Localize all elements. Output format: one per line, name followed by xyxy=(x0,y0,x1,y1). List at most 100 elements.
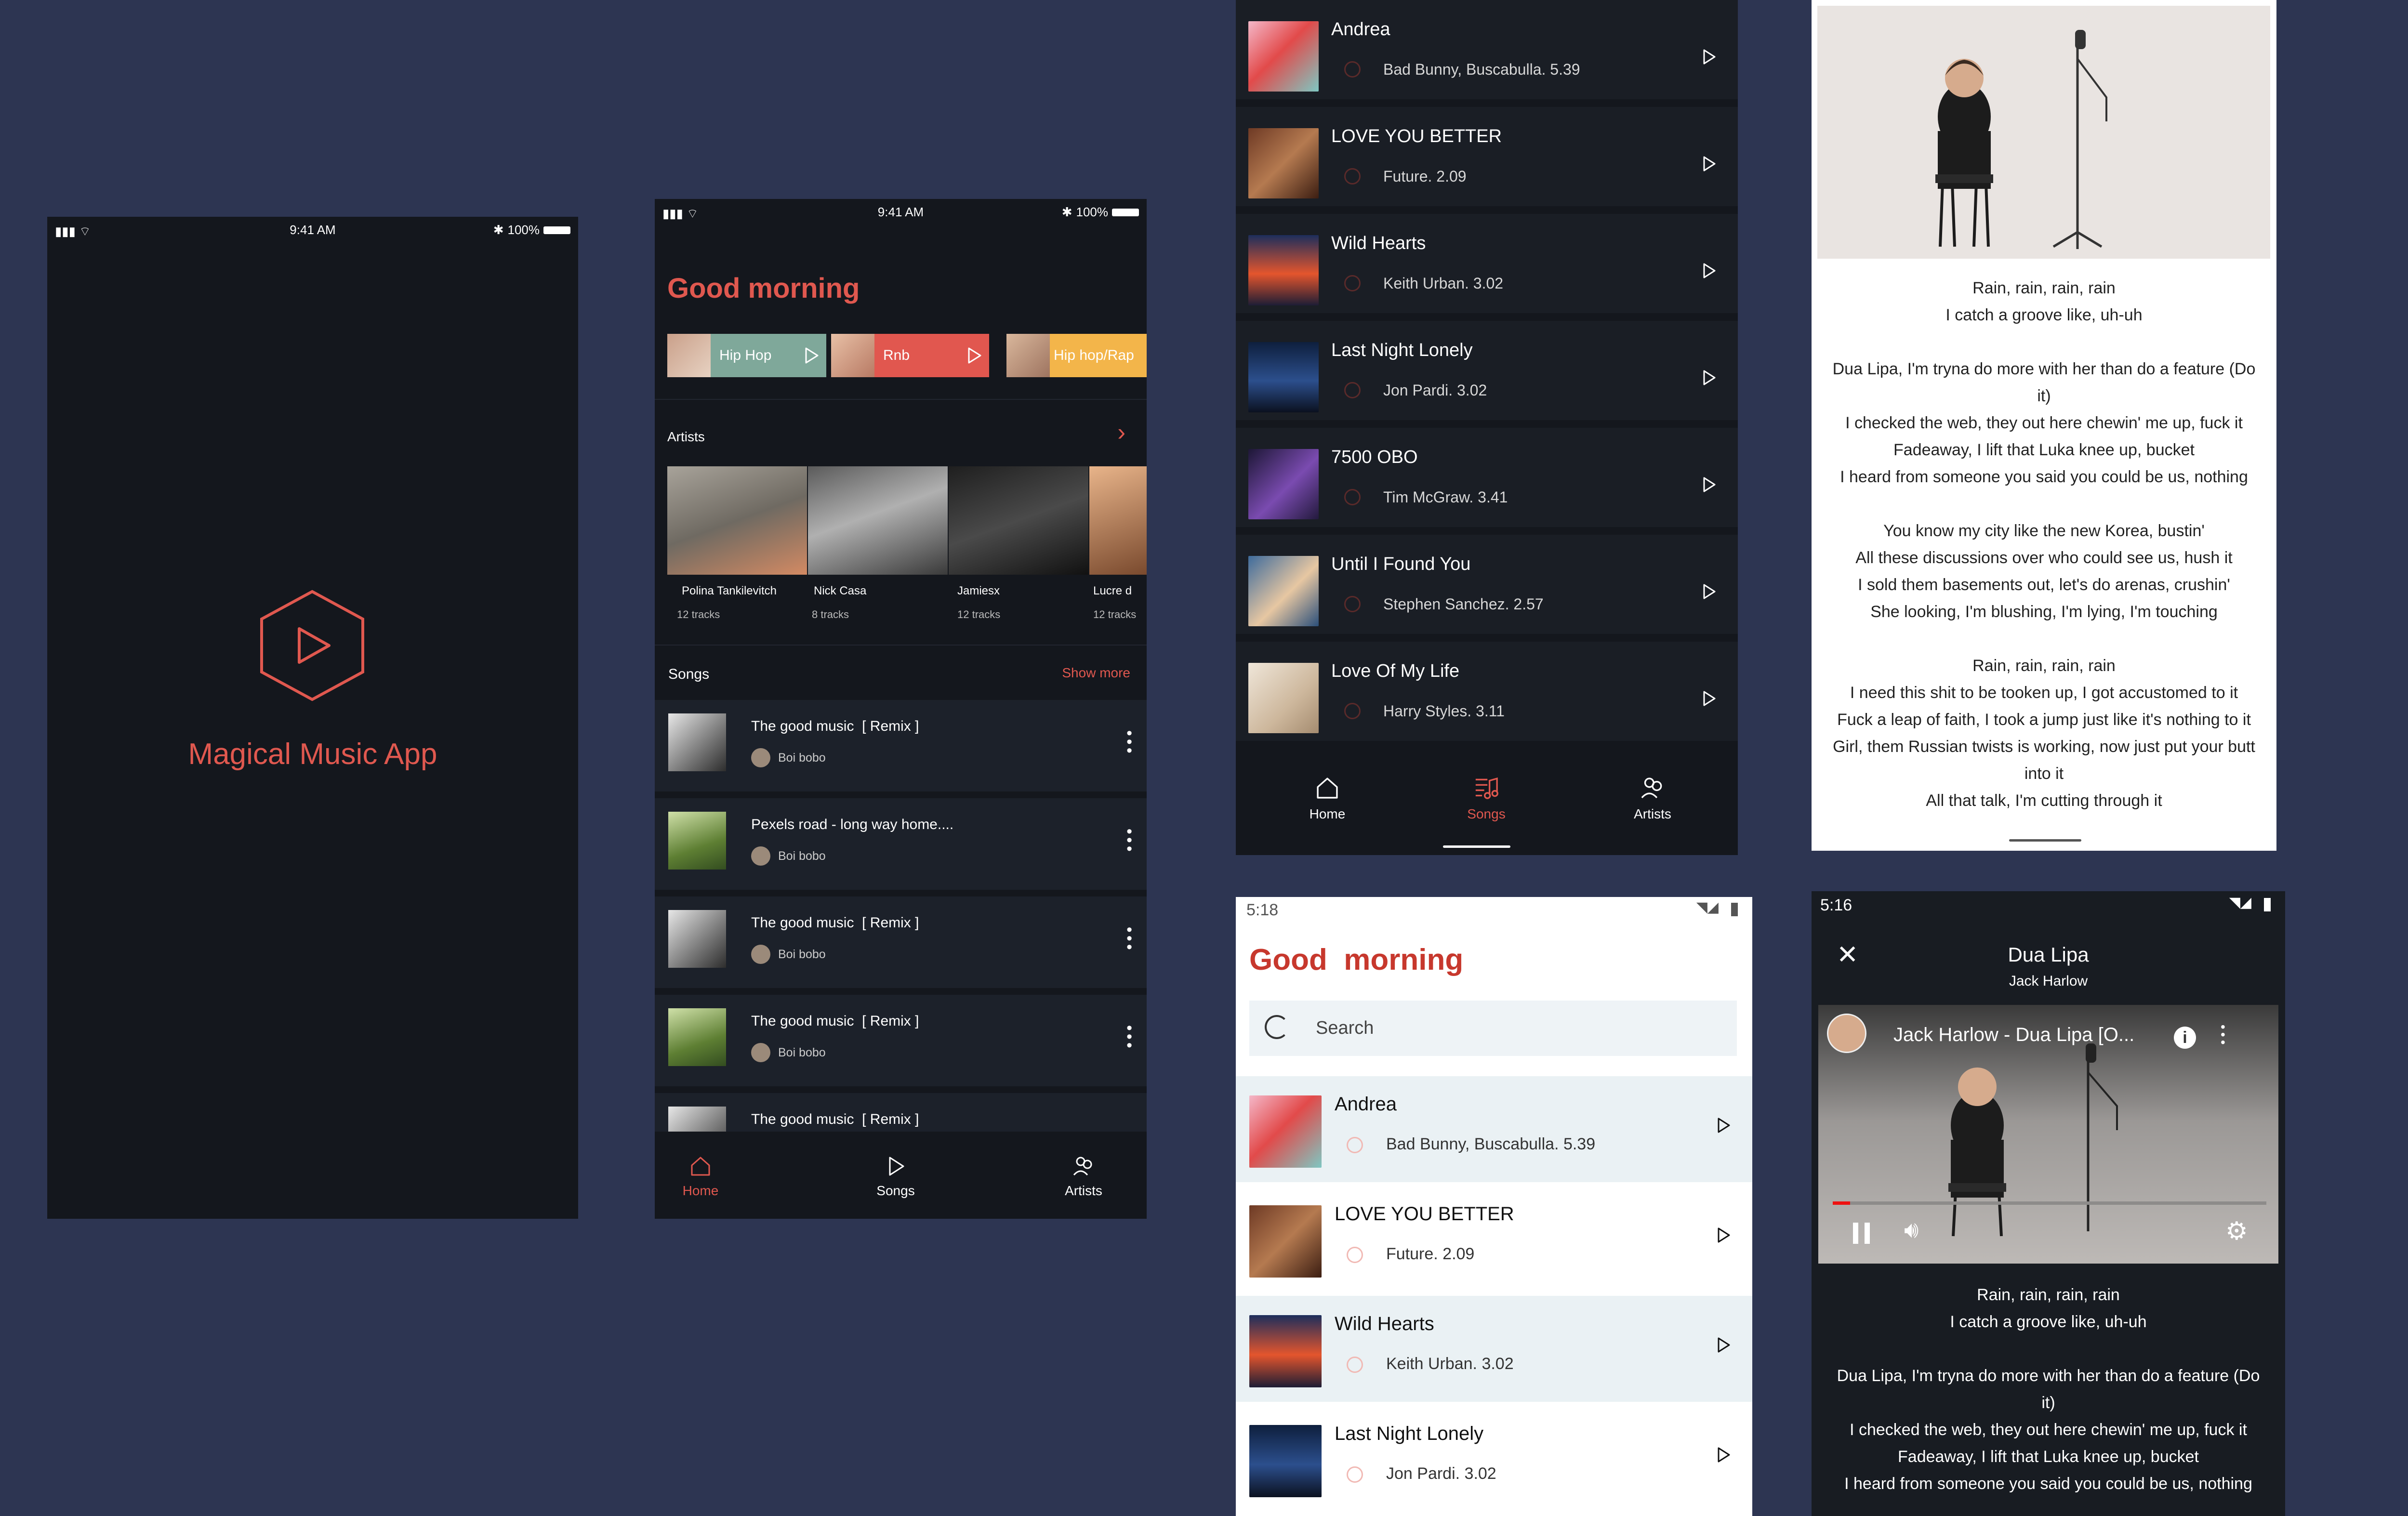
play-icon[interactable] xyxy=(1698,474,1720,495)
play-icon[interactable] xyxy=(1713,1334,1734,1356)
song-meta: Harry Styles. 3.11 xyxy=(1383,702,1505,720)
more-icon[interactable]: • • • xyxy=(1126,823,1132,857)
nav-home-label: Home xyxy=(1309,806,1346,821)
song-row[interactable]: Wild Hearts Keith Urban. 3.02 xyxy=(1236,214,1738,313)
chevron-right-icon[interactable]: › xyxy=(1117,418,1125,446)
users-icon xyxy=(1641,778,1662,799)
song-title: LOVE YOU BETTER xyxy=(1331,126,1502,146)
video-progress-track[interactable] xyxy=(1833,1201,2266,1205)
disc-icon xyxy=(1347,1247,1363,1263)
disc-icon xyxy=(1344,382,1361,398)
song-row[interactable]: 7500 OBO Tim McGraw. 3.41 xyxy=(1236,428,1738,527)
play-icon[interactable] xyxy=(1713,1115,1734,1136)
more-icon[interactable]: • • • xyxy=(1126,725,1132,759)
video-progress-fill xyxy=(1833,1201,1850,1205)
genre-image xyxy=(831,334,874,377)
song-title: Wild Hearts xyxy=(1331,233,1426,253)
song-artist: Jack Harlow xyxy=(2009,973,2088,989)
lyric-line: Fadeaway, I lift that Luka knee up, buck… xyxy=(1898,1448,2199,1466)
play-icon[interactable] xyxy=(1698,153,1720,174)
artist-name: Nick Casa xyxy=(814,584,867,597)
song-row[interactable]: LOVE YOU BETTER Future. 2.09 xyxy=(1236,1186,1752,1292)
artist-card[interactable]: Jamiesx 12 tracks xyxy=(949,466,1088,625)
song-row[interactable]: Love Of My Life Harry Styles. 3.11 xyxy=(1236,642,1738,741)
song-row[interactable]: The good music [ Remix ] Boi bobo • • • xyxy=(655,700,1147,791)
play-icon[interactable] xyxy=(1713,1444,1734,1465)
artist-card[interactable]: Lucre d 12 tracks xyxy=(1089,466,1147,625)
nav-artists[interactable]: Artists xyxy=(1614,773,1691,822)
play-icon[interactable] xyxy=(1698,688,1720,709)
volume-icon[interactable]: 🔊︎ xyxy=(1904,1217,1918,1244)
play-icon[interactable] xyxy=(1698,260,1720,281)
settings-icon[interactable]: ⚙ xyxy=(2225,1217,2248,1246)
video-player[interactable]: Jack Harlow - Dua Lipa [O... i • • • 🔊︎ ⚙ xyxy=(1818,1005,2278,1264)
song-row[interactable]: Last Night Lonely Jon Pardi. 3.02 xyxy=(1236,321,1738,420)
lyric-line xyxy=(1812,329,2276,356)
song-thumbnail xyxy=(668,812,726,870)
play-icon[interactable] xyxy=(1713,1225,1734,1246)
song-title: Last Night Lonely xyxy=(1331,340,1473,360)
more-icon[interactable]: • • • xyxy=(1126,1020,1132,1054)
song-row[interactable]: Until I Found You Stephen Sanchez. 2.57 xyxy=(1236,535,1738,634)
greeting-word: morning xyxy=(1344,943,1464,976)
wifi-icon: ◥◢ xyxy=(1696,899,1719,915)
artist-tracks: 12 tracks xyxy=(957,608,1001,620)
genre-label: Rnb xyxy=(883,347,910,363)
greeting: Good morning xyxy=(667,273,860,304)
greeting-word: Good xyxy=(1249,943,1327,976)
song-row[interactable]: The good music [ Remix ] Boi bobo • • • xyxy=(655,995,1147,1086)
pause-icon[interactable] xyxy=(1853,1223,1871,1244)
song-title: Love Of My Life xyxy=(1331,661,1460,681)
home-icon xyxy=(1317,778,1338,799)
song-row[interactable]: Wild Hearts Keith Urban. 3.02 xyxy=(1236,1296,1752,1402)
more-icon[interactable]: • • • xyxy=(2221,1020,2225,1049)
search-input[interactable]: Search xyxy=(1249,1001,1737,1056)
nav-songs-label: Songs xyxy=(1467,806,1506,821)
artist-card[interactable]: Polina Tankilevitch 12 tracks xyxy=(667,466,807,625)
lyric-line: Rain, rain, rain, rain xyxy=(1977,1286,2120,1304)
artist-photo xyxy=(949,466,1088,575)
disc-icon xyxy=(1344,596,1361,612)
genre-chip[interactable]: Hip hop/Rap xyxy=(1006,334,1147,377)
lyric-line: I catch a groove like, uh-uh xyxy=(1945,306,2143,324)
genre-image xyxy=(1006,334,1050,377)
lyric-line: I checked the web, they out here chewin'… xyxy=(1850,1421,2247,1439)
play-icon[interactable] xyxy=(1698,367,1720,388)
nav-home[interactable]: Home xyxy=(669,1153,732,1199)
nav-home[interactable]: Home xyxy=(1289,773,1366,822)
song-meta: Bad Bunny, Buscabulla. 5.39 xyxy=(1386,1135,1596,1153)
song-title: Andrea xyxy=(1331,19,1390,40)
lyrics-screen-light: Rain, rain, rain, rain I catch a groove l… xyxy=(1812,0,2276,851)
song-artist: Boi bobo xyxy=(778,1046,826,1059)
disc-icon xyxy=(1344,275,1361,291)
song-thumbnail xyxy=(668,1008,726,1066)
play-icon[interactable] xyxy=(1698,46,1720,67)
bluetooth-icon: ✱ xyxy=(1061,205,1072,219)
song-meta: Keith Urban. 3.02 xyxy=(1386,1355,1514,1373)
song-row[interactable]: Andrea Bad Bunny, Buscabulla. 5.39 xyxy=(1236,0,1738,99)
artist-card[interactable]: Nick Casa 8 tracks xyxy=(808,466,948,625)
song-artist: Boi bobo xyxy=(778,948,826,961)
song-thumbnail xyxy=(668,1107,726,1132)
songs-screen-dark: Andrea Bad Bunny, Buscabulla. 5.39 LOVE YO… xyxy=(1236,0,1738,855)
genre-chip[interactable]: Rnb xyxy=(831,334,989,377)
info-icon[interactable]: i xyxy=(2174,1027,2196,1049)
play-icon[interactable] xyxy=(1698,581,1720,602)
song-row[interactable]: LOVE YOU BETTER Future. 2.09 xyxy=(1236,107,1738,206)
song-row[interactable]: Andrea Bad Bunny, Buscabulla. 5.39 xyxy=(1236,1076,1752,1182)
song-row[interactable]: Pexels road - long way home.... Boi bobo… xyxy=(655,798,1147,890)
show-more-link[interactable]: Show more xyxy=(1062,665,1130,681)
music-notes-icon xyxy=(1475,777,1498,799)
song-row[interactable]: The good music [ Remix ] Boi bobo • • • xyxy=(655,896,1147,988)
battery-icon xyxy=(543,226,570,234)
genre-chip[interactable]: Hip Hop xyxy=(667,334,826,377)
song-meta: Keith Urban. 3.02 xyxy=(1383,275,1504,292)
cover-illustration xyxy=(1935,30,2107,249)
song-row[interactable]: The good music [ Remix ] xyxy=(655,1093,1147,1132)
lyric-line: I heard from someone you said you could … xyxy=(1840,468,2248,486)
nav-songs[interactable]: Songs xyxy=(1448,773,1525,822)
more-icon[interactable]: • • • xyxy=(1126,922,1132,955)
nav-artists[interactable]: Artists xyxy=(1045,1153,1122,1199)
song-row[interactable]: Last Night Lonely Jon Pardi. 3.02 xyxy=(1236,1406,1752,1512)
nav-songs[interactable]: Songs xyxy=(857,1153,934,1199)
